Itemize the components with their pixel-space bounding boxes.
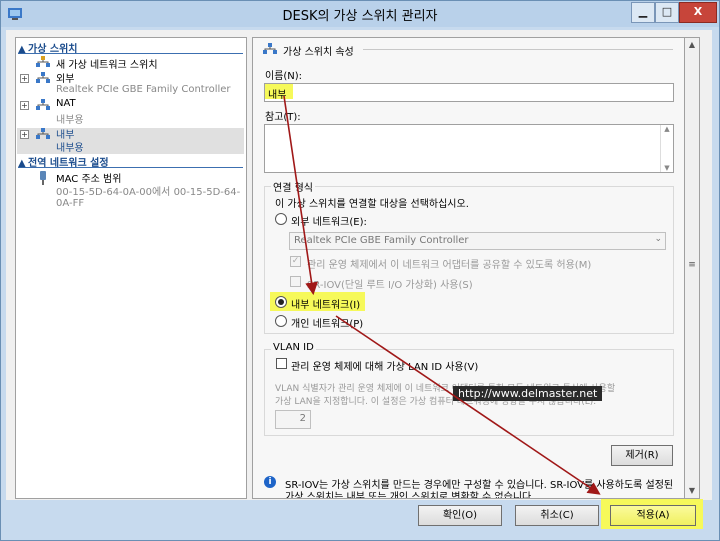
arrow-name-to-internal bbox=[283, 95, 318, 296]
arrow-internal-to-apply bbox=[335, 315, 601, 495]
annotation-arrows bbox=[283, 95, 601, 495]
